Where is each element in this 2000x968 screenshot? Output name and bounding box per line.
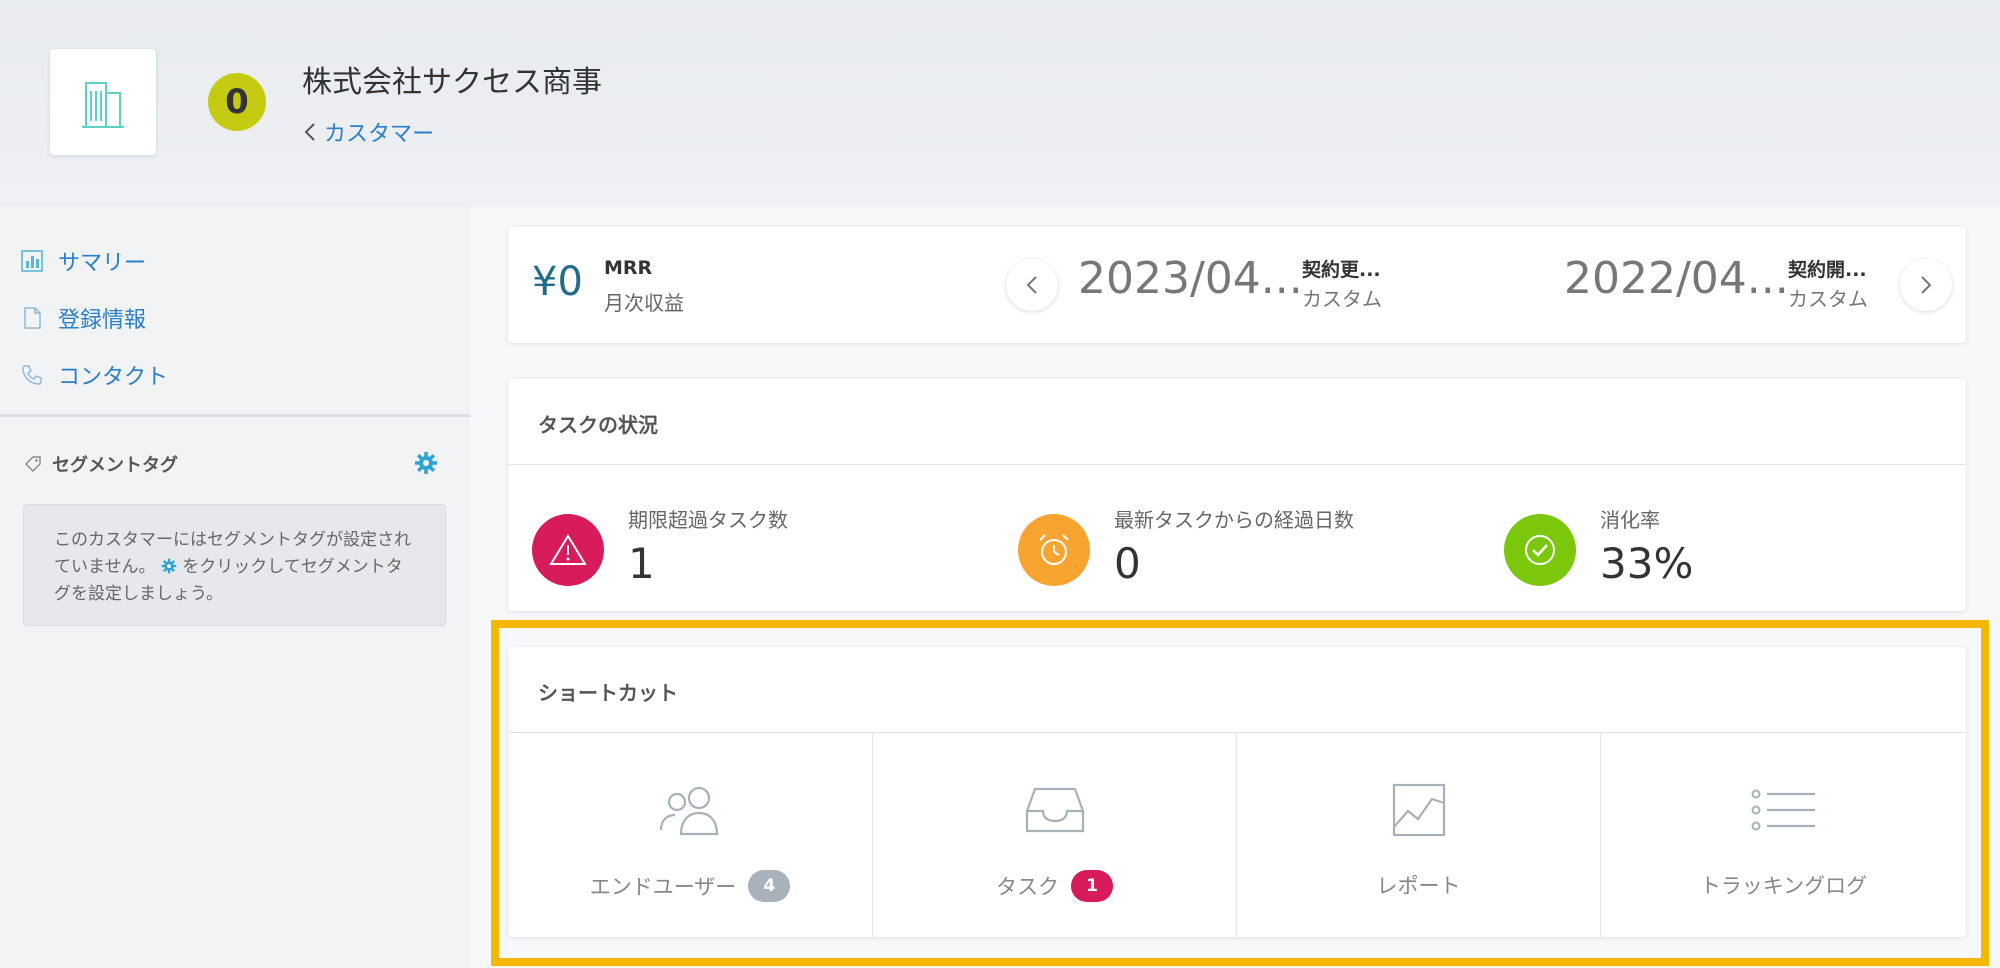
renewal-date-label: 契約更... (1302, 259, 1381, 281)
overdue-tasks-stat: 期限超過タスク数 1 (532, 502, 788, 588)
back-link-label: カスタマー (324, 122, 435, 147)
mrr-value: ¥0 (532, 259, 583, 305)
renewal-date-type: カスタム (1302, 287, 1382, 311)
stat-label: 期限超過タスク数 (628, 508, 788, 532)
stat-value: 1 (628, 539, 655, 588)
document-icon (24, 307, 41, 329)
stat-label: 最新タスクからの経過日数 (1114, 508, 1354, 532)
stat-value: 0 (1114, 539, 1141, 588)
building-icon (82, 82, 124, 128)
page-title: 株式会社サクセス商事 (302, 65, 602, 100)
shortcuts-highlight-frame (491, 620, 1989, 966)
carousel-prev-button[interactable] (1006, 259, 1058, 311)
sidebar: サマリー 登録情報 コンタクト セグメントタグ このカスタマーにはセグメントタグ… (0, 207, 470, 968)
health-score-badge: 0 (208, 73, 266, 131)
phone-icon (22, 365, 42, 385)
sidebar-item-registration[interactable]: 登録情報 (20, 302, 146, 334)
tag-icon (25, 456, 41, 472)
company-logo (50, 49, 156, 155)
chevron-left-icon (1026, 276, 1037, 294)
start-date-type: カスタム (1788, 287, 1868, 311)
gear-icon (161, 558, 177, 574)
carousel-next-button[interactable] (1900, 259, 1952, 311)
sidebar-item-label: コンタクト (58, 365, 169, 390)
sidebar-item-contact[interactable]: コンタクト (20, 359, 168, 391)
segment-tag-title: セグメントタグ (52, 455, 178, 476)
chevron-right-icon (1921, 276, 1932, 294)
stat-value: 33% (1600, 539, 1694, 588)
stat-label: 消化率 (1600, 508, 1660, 532)
start-date-label: 契約開... (1788, 259, 1867, 281)
days-since-task-stat: 最新タスクからの経過日数 0 (1018, 502, 1354, 588)
gear-icon (415, 452, 437, 474)
customer-header: 0 株式会社サクセス商事 カスタマー (0, 0, 2000, 207)
card-divider (508, 464, 1966, 465)
warning-icon (532, 514, 604, 586)
segment-tag-heading: セグメントタグ (24, 451, 178, 477)
sidebar-divider (0, 414, 470, 417)
sidebar-item-label: サマリー (58, 251, 147, 276)
segment-tag-empty-message: このカスタマーにはセグメントタグが設定されていません。 をクリックしてセグメント… (23, 504, 446, 626)
mrr-label: MRR (604, 257, 653, 279)
completion-rate-stat: 消化率 33% (1504, 502, 1693, 588)
mrr-card: ¥0 MRR 月次収益 2023/04... 契約更... カスタム 2022/… (508, 227, 1966, 343)
bar-chart-icon (21, 250, 43, 272)
sidebar-item-label: 登録情報 (58, 308, 147, 333)
task-status-card: タスクの状況 期限超過タスク数 1 最新タスクからの経過日数 0 消化率 33% (508, 379, 1966, 611)
mrr-sublabel: 月次収益 (604, 291, 684, 315)
segment-tag-settings-button[interactable] (414, 451, 438, 479)
check-circle-icon (1504, 514, 1576, 586)
chevron-left-icon (304, 123, 315, 141)
alarm-clock-icon (1018, 514, 1090, 586)
sidebar-item-summary[interactable]: サマリー (20, 245, 146, 277)
start-date: 2022/04... (1564, 253, 1789, 304)
task-status-title: タスクの状況 (538, 413, 658, 437)
renewal-date: 2023/04... (1078, 253, 1303, 304)
back-to-customers-link[interactable]: カスタマー (304, 116, 434, 148)
